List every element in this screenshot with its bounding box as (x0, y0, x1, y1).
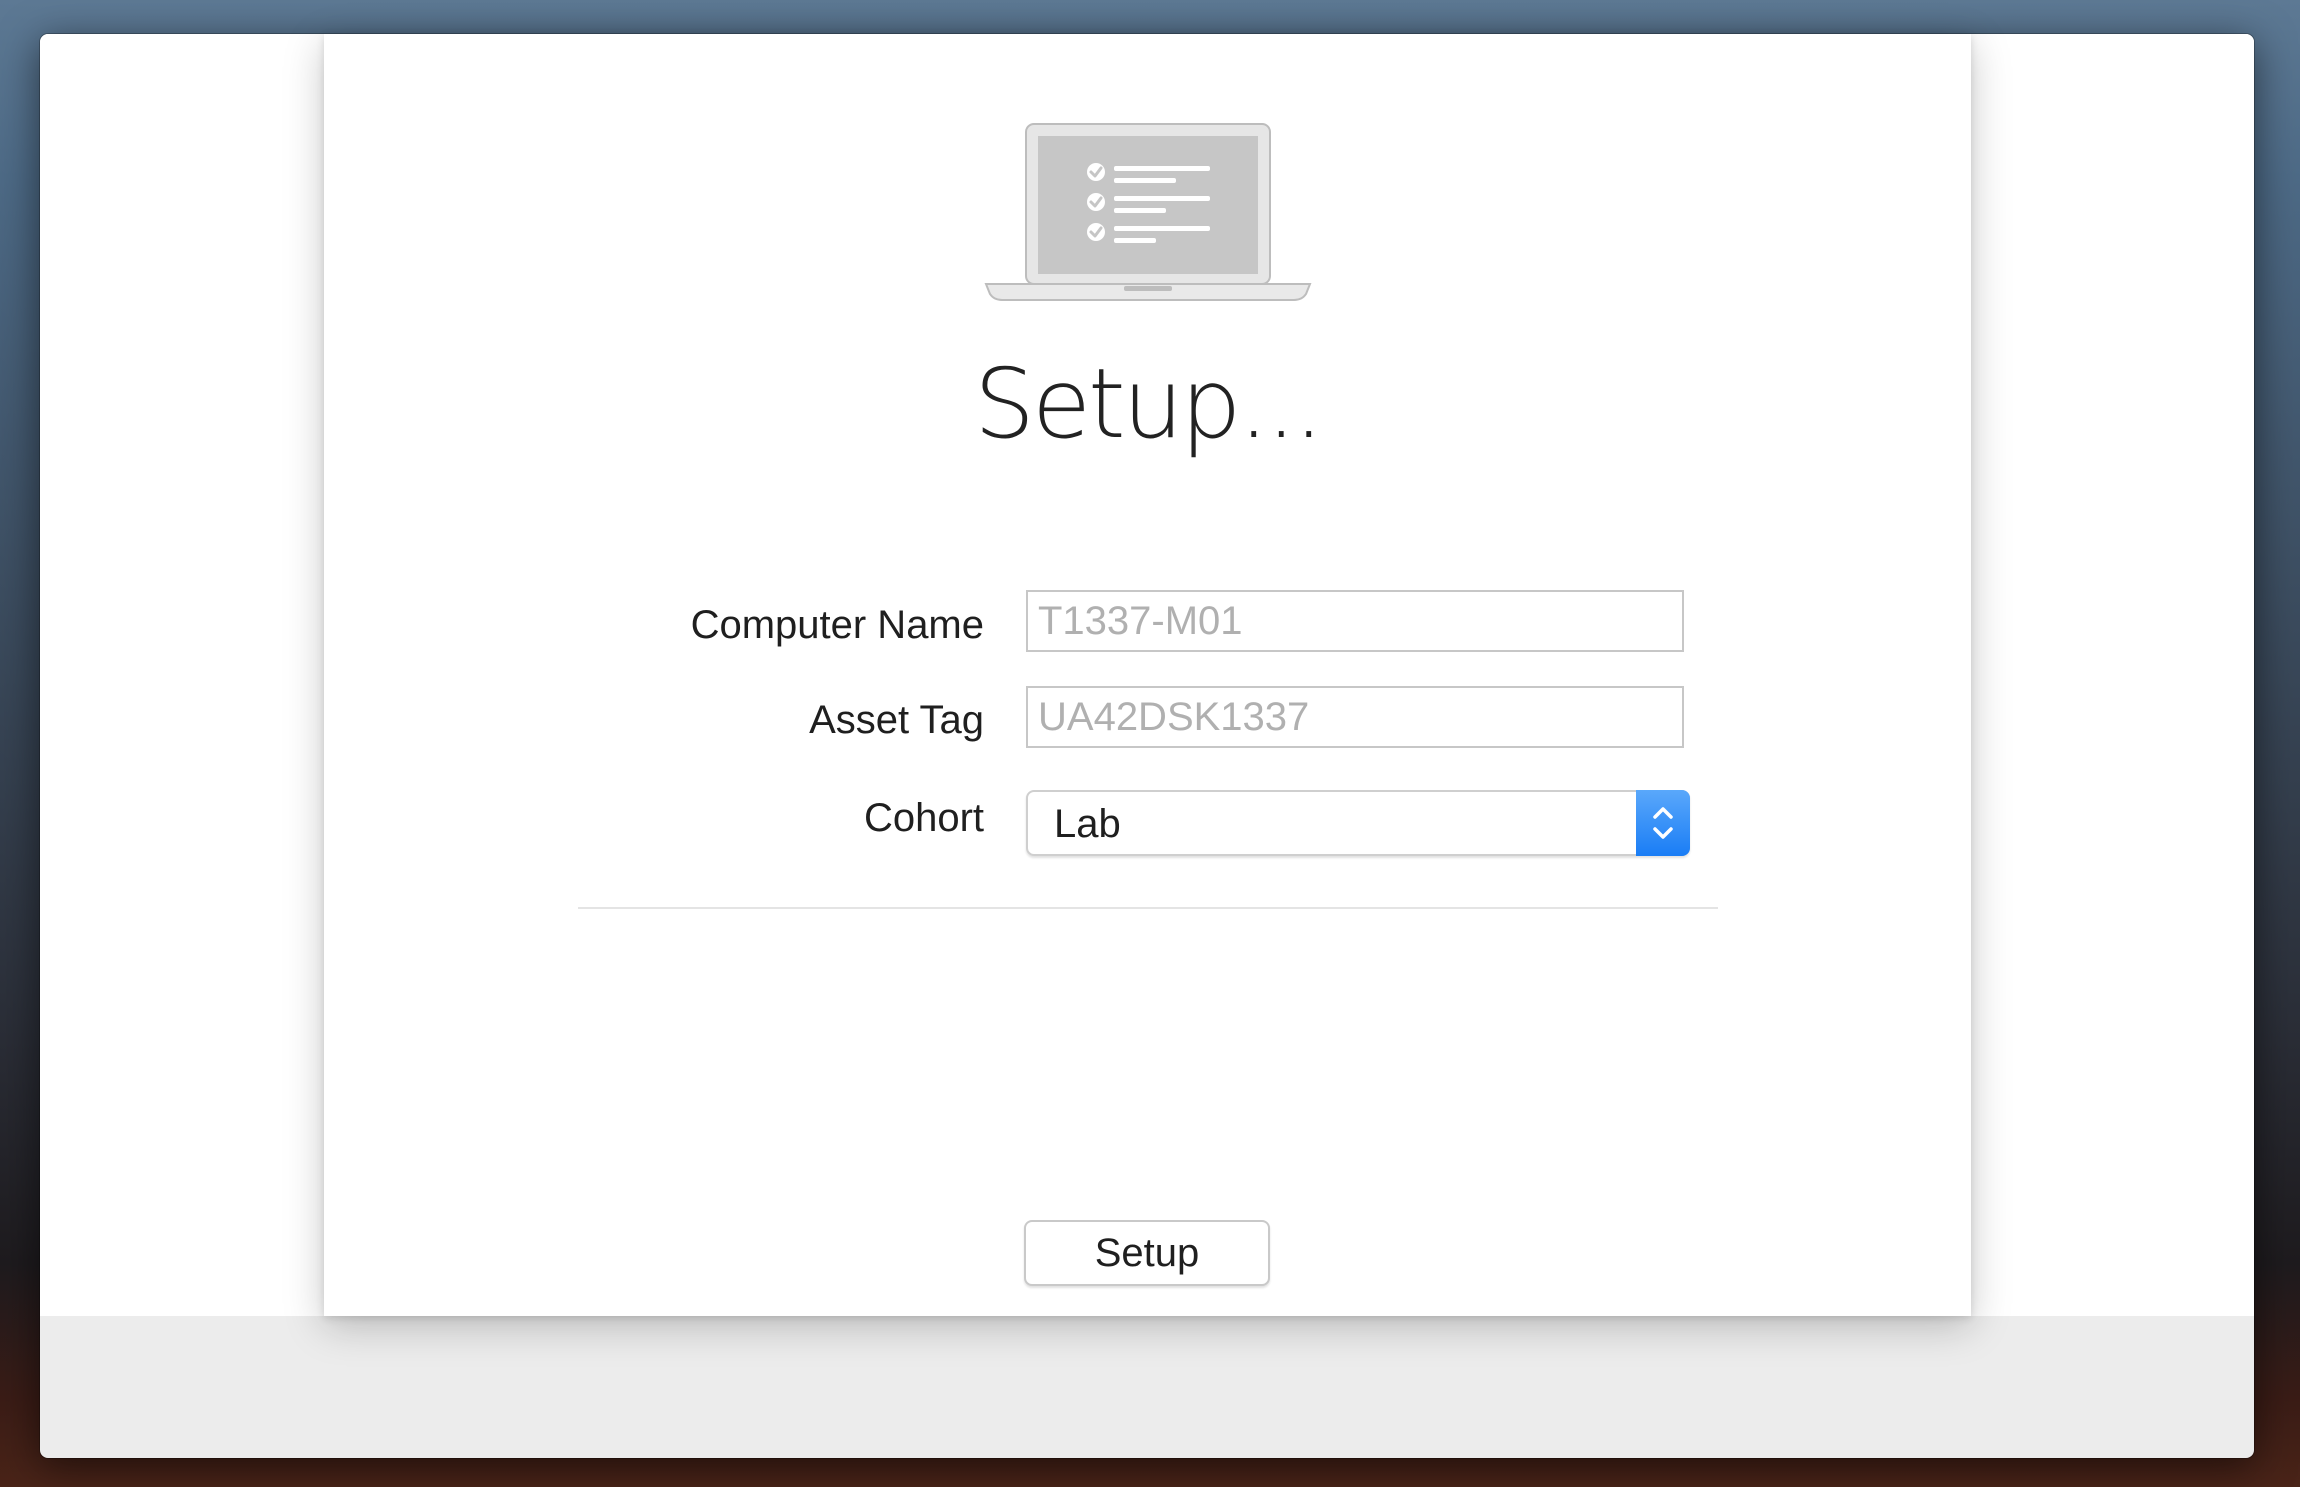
up-down-chevron-icon (1636, 790, 1690, 856)
cohort-selected-value: Lab (1054, 802, 1121, 846)
setup-button[interactable]: Setup (1024, 1220, 1270, 1286)
laptop-checklist-icon (984, 123, 1312, 301)
setup-sheet: Setup... Computer Name Asset Tag Cohort … (324, 34, 1971, 1316)
cohort-select[interactable]: Lab (1026, 790, 1690, 856)
computer-name-label: Computer Name (690, 603, 984, 647)
form-divider (578, 907, 1718, 909)
dialog-title: Setup... (974, 348, 1324, 460)
asset-tag-label: Asset Tag (809, 698, 984, 742)
computer-name-input[interactable] (1026, 590, 1684, 652)
asset-tag-input[interactable] (1026, 686, 1684, 748)
cohort-label: Cohort (863, 796, 984, 840)
